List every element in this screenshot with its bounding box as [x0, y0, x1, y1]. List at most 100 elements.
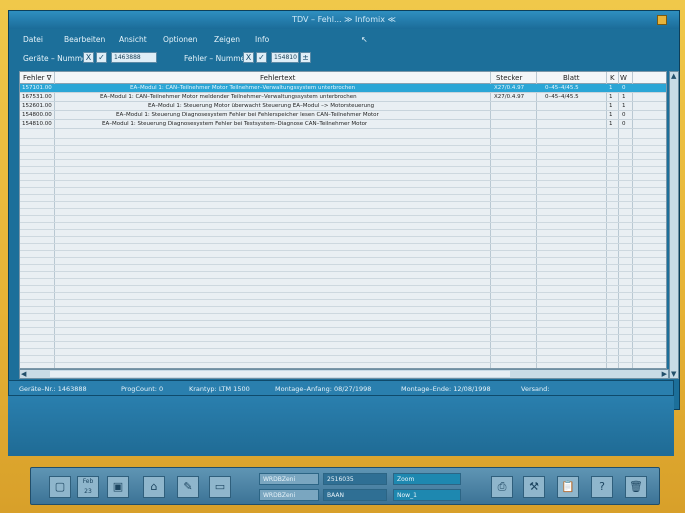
fehler-clear-button[interactable]: X — [243, 52, 254, 63]
horizontal-scrollbar[interactable]: ◀ ▶ — [19, 369, 669, 379]
empty-row-line — [20, 271, 666, 272]
mouse-cursor-icon: ↖ — [361, 35, 368, 44]
calendar-icon[interactable]: Feb 23 — [77, 476, 99, 498]
col-k-header[interactable]: K — [610, 74, 615, 82]
row-k: 1 — [609, 121, 613, 127]
scroll-thumb[interactable] — [50, 371, 510, 377]
row-blatt: 0–45–4/45.5 — [545, 85, 579, 91]
empty-row-line — [20, 180, 666, 181]
home-icon[interactable]: ⌂ — [143, 476, 165, 498]
empty-row-line — [20, 215, 666, 216]
empty-row-line — [20, 250, 666, 251]
filter-bar: Geräte – Nummer X ✓ 1463888 Fehler – Num… — [9, 49, 679, 69]
pen-icon[interactable]: ✎ — [177, 476, 199, 498]
table-row[interactable]: 154800.00 EA–Modul 1: Steuerung Diagnose… — [20, 111, 666, 120]
empty-row-line — [20, 166, 666, 167]
status-krantyp: Krantyp: LTM 1500 — [189, 385, 250, 393]
taskbar-field-4[interactable]: WRDBZeni — [259, 489, 319, 501]
table-row[interactable]: 157101.00 EA–Modul 1: CAN–Teilnehmer Mot… — [20, 84, 666, 93]
window-icon[interactable]: ▢ — [49, 476, 71, 498]
row-k: 1 — [609, 103, 613, 109]
geraete-nummer-label: Geräte – Nummer — [23, 54, 90, 63]
scroll-down-icon[interactable]: ▼ — [671, 370, 676, 378]
empty-row-line — [20, 299, 666, 300]
table-row[interactable]: 154810.00 EA–Modul 1: Steuerung Diagnose… — [20, 120, 666, 129]
row-fehlertext: EA–Modul 1: Steuerung Diagnosesystem Feh… — [116, 112, 379, 118]
empty-row-line — [20, 348, 666, 349]
folder-icon[interactable]: ▭ — [209, 476, 231, 498]
status-versand: Versand: — [521, 385, 550, 393]
fehler-dropdown-icon[interactable]: ± — [300, 52, 311, 63]
row-w: 1 — [622, 103, 626, 109]
menu-info[interactable]: Info — [255, 35, 269, 44]
taskbar-field-6[interactable]: Now_1 — [393, 489, 461, 501]
fehler-confirm-button[interactable]: ✓ — [256, 52, 267, 63]
status-bar: Geräte–Nr.: 1463888 ProgCount: 0 Krantyp… — [8, 380, 674, 396]
row-stecker: X27/0.4.97 — [494, 94, 525, 100]
trash-icon[interactable]: 🗑 — [625, 476, 647, 498]
geraete-clear-button[interactable]: X — [83, 52, 94, 63]
window-titlebar: TDV – Fehl... ≫ Infomix ≪ — [9, 11, 679, 29]
scroll-up-icon[interactable]: ▲ — [671, 72, 676, 80]
empty-row-line — [20, 222, 666, 223]
row-fehler-id: 167531.00 — [22, 94, 52, 100]
image-icon[interactable]: ▣ — [107, 476, 129, 498]
table-header: Fehler ∇ Fehlertext Stecker Blatt K W — [20, 72, 666, 84]
empty-row-line — [20, 313, 666, 314]
row-fehlertext: EA–Modul 1: Steuerung Diagnosesystem Feh… — [102, 121, 368, 127]
status-geraete: Geräte–Nr.: 1463888 — [19, 385, 87, 393]
tools-icon[interactable]: ⚒ — [523, 476, 545, 498]
scroll-left-icon[interactable]: ◀ — [21, 370, 26, 378]
menu-datei[interactable]: Datei — [23, 35, 43, 44]
row-fehler-id: 152601.00 — [22, 103, 52, 109]
menu-bar: Datei Bearbeiten Ansicht Optionen Zeigen… — [9, 33, 679, 47]
printer-icon[interactable]: ⎙ — [491, 476, 513, 498]
menu-bearbeiten[interactable]: Bearbeiten — [64, 35, 105, 44]
empty-row-line — [20, 194, 666, 195]
row-blatt: 0–45–4/45.5 — [545, 94, 579, 100]
vertical-scrollbar[interactable]: ▲ ▼ — [669, 71, 679, 379]
empty-row-line — [20, 236, 666, 237]
empty-row-line — [20, 292, 666, 293]
col-blatt-header[interactable]: Blatt — [563, 74, 580, 82]
taskbar-field-1[interactable]: WRDBZeni — [259, 473, 319, 485]
status-progcount: ProgCount: 0 — [121, 385, 164, 393]
geraete-confirm-button[interactable]: ✓ — [96, 52, 107, 63]
window-title: TDV – Fehl... ≫ Infomix ≪ — [292, 15, 396, 24]
empty-row-line — [20, 341, 666, 342]
window-maximize-icon[interactable] — [657, 15, 667, 25]
row-k: 1 — [609, 94, 613, 100]
taskbar-field-3[interactable]: Zoom — [393, 473, 461, 485]
empty-row-line — [20, 278, 666, 279]
menu-zeigen[interactable]: Zeigen — [214, 35, 240, 44]
table-row[interactable]: 152601.00 EA–Modul 1: Steuerung Motor üb… — [20, 102, 666, 111]
table-row[interactable]: 167531.00 EA–Modul 1: CAN–Teilnehmer Mot… — [20, 93, 666, 102]
taskbar-field-2[interactable]: 2516035 — [323, 473, 387, 485]
scroll-right-icon[interactable]: ▶ — [662, 370, 667, 378]
geraete-nummer-input[interactable]: 1463888 — [111, 52, 157, 63]
empty-row-line — [20, 327, 666, 328]
col-fehler-header[interactable]: Fehler ∇ — [23, 74, 51, 82]
row-k: 1 — [609, 112, 613, 118]
help-icon[interactable]: ? — [591, 476, 613, 498]
row-w: 0 — [622, 112, 626, 118]
row-k: 1 — [609, 85, 613, 91]
row-fehlertext: EA–Modul 1: CAN–Teilnehmer Motor Teilneh… — [130, 85, 356, 91]
desktop-background — [8, 396, 674, 456]
menu-ansicht[interactable]: Ansicht — [119, 35, 147, 44]
menu-optionen[interactable]: Optionen — [163, 35, 197, 44]
row-fehler-id: 157101.00 — [22, 85, 52, 91]
row-fehler-id: 154800.00 — [22, 112, 52, 118]
col-stecker-header[interactable]: Stecker — [496, 74, 522, 82]
empty-row-line — [20, 264, 666, 265]
status-montage-anfang: Montage–Anfang: 08/27/1998 — [275, 385, 372, 393]
clipboard-icon[interactable]: 📋 — [557, 476, 579, 498]
col-w-header[interactable]: W — [620, 74, 627, 82]
empty-row-line — [20, 187, 666, 188]
row-fehlertext: EA–Modul 1: CAN–Teilnehmer Motor meldend… — [100, 94, 357, 100]
taskbar-field-5[interactable]: BAAN — [323, 489, 387, 501]
fehler-table: Fehler ∇ Fehlertext Stecker Blatt K W 15… — [19, 71, 667, 369]
empty-row-line — [20, 208, 666, 209]
col-fehlertext-header[interactable]: Fehlertext — [260, 74, 295, 82]
fehler-nummer-input[interactable]: 154810 — [271, 52, 299, 63]
